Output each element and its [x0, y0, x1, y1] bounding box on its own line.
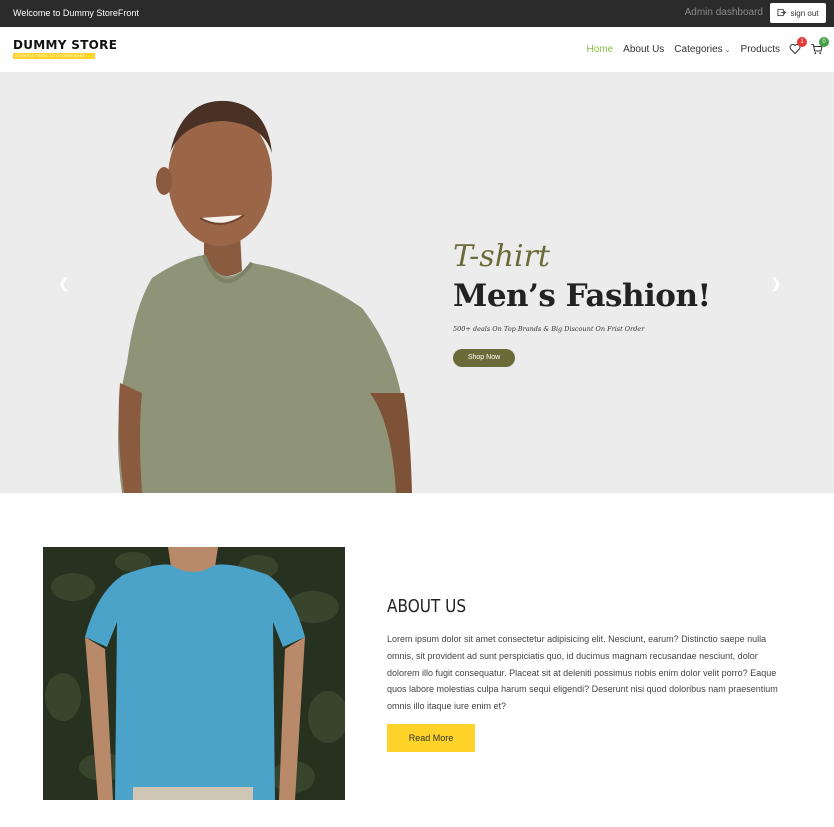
- sign-out-label: sign out: [790, 8, 819, 18]
- chevron-left-icon[interactable]: ❮: [58, 275, 70, 292]
- nav-about-us[interactable]: About Us: [623, 44, 664, 55]
- admin-dashboard-link[interactable]: Admin dashboard: [685, 7, 763, 18]
- wishlist-button[interactable]: 1: [789, 37, 807, 55]
- logo-tagline: A SIMPLE FREE TO STOREFRONT: [13, 53, 95, 59]
- sign-out-icon: [777, 8, 787, 19]
- about-title: ABOUT US: [387, 596, 467, 617]
- site-header: DUMMY STORE A SIMPLE FREE TO STOREFRONT …: [0, 27, 834, 73]
- cart-button[interactable]: 0: [811, 37, 829, 55]
- hero-script-text: T-shirt: [453, 239, 550, 274]
- cart-count-badge: 0: [819, 37, 829, 47]
- main-nav: Home About Us Categories ⌄ Products: [576, 44, 780, 55]
- hero-subtitle: 500+ deals On Top Brands & Big Discount …: [453, 325, 645, 333]
- about-body-text: Lorem ipsum dolor sit amet consectetur a…: [387, 634, 778, 712]
- chevron-right-icon[interactable]: ❯: [770, 275, 782, 292]
- welcome-text: Welcome to Dummy StoreFront: [13, 8, 139, 18]
- hero-slider: ❮ ❯ T-shirt Men’s Fashion! 500+ deals On…: [0, 73, 834, 493]
- hero-title: Men’s Fashion!: [453, 278, 711, 314]
- shop-now-button[interactable]: Shop Now: [453, 349, 515, 367]
- nav-categories[interactable]: Categories ⌄: [674, 44, 730, 55]
- read-more-button[interactable]: Read More: [387, 724, 475, 752]
- wishlist-count-badge: 1: [797, 37, 807, 47]
- sign-out-button[interactable]: sign out: [770, 3, 826, 23]
- store-logo[interactable]: DUMMY STORE A SIMPLE FREE TO STOREFRONT: [13, 39, 117, 59]
- about-tshirt-image: [43, 547, 345, 800]
- chevron-down-icon: ⌄: [724, 47, 731, 54]
- nav-categories-label: Categories: [674, 44, 723, 55]
- logo-name: DUMMY STORE: [13, 38, 118, 52]
- hero-model-image: [118, 100, 412, 493]
- top-bar: Welcome to Dummy StoreFront Admin dashbo…: [0, 0, 834, 27]
- nav-home[interactable]: Home: [586, 44, 613, 55]
- nav-products[interactable]: Products: [741, 44, 780, 55]
